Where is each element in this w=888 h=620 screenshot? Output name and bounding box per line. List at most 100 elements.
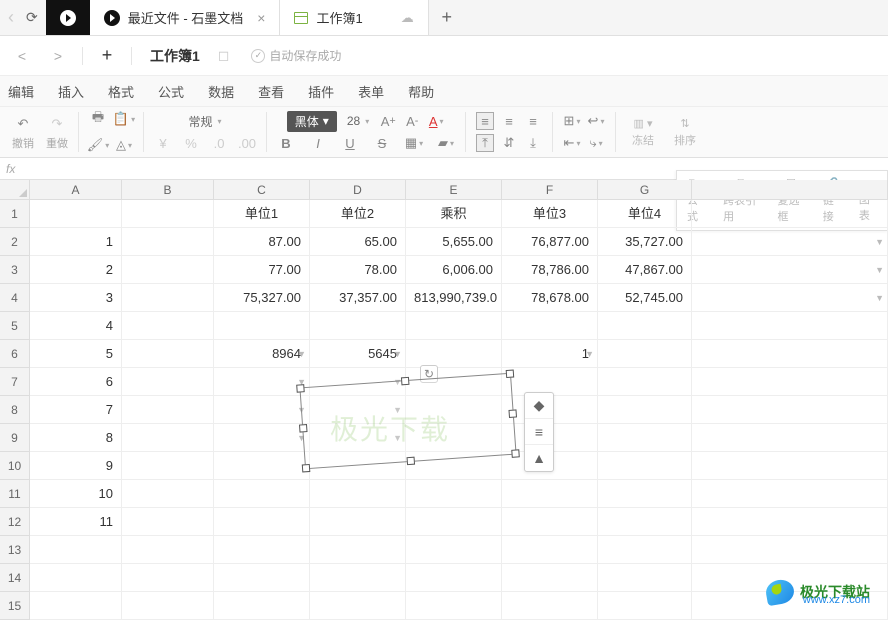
italic-icon[interactable]: I [309,134,327,152]
cell[interactable]: 65.00 [310,228,406,256]
cell[interactable] [692,536,888,564]
cell[interactable] [310,508,406,536]
dropdown-icon[interactable]: ▼ [875,284,884,312]
font-size-select[interactable]: 28 [343,112,373,130]
cell[interactable] [122,228,214,256]
menu-plugin[interactable]: 插件 [308,82,334,101]
font-name-select[interactable]: 黑体 ▾ [287,111,337,132]
fill-color-icon[interactable]: ▰ [437,134,455,152]
resize-handle[interactable] [296,384,305,393]
col-header[interactable]: G [598,180,692,200]
resize-handle[interactable] [401,377,410,386]
menu-forms[interactable]: 表单 [358,82,384,101]
row-header[interactable]: 8 [0,396,30,424]
cell[interactable]: 单位4 [598,200,692,228]
cell[interactable] [598,564,692,592]
cell[interactable] [406,536,502,564]
cell[interactable] [122,312,214,340]
cell[interactable] [122,396,214,424]
cell[interactable]: 单位3 [502,200,598,228]
cell[interactable] [122,200,214,228]
cell[interactable] [214,480,310,508]
wrap-icon[interactable]: ↩ [587,112,605,130]
cell[interactable]: 9 [30,452,122,480]
redo-icon[interactable]: ↷ [48,115,66,133]
menu-formula[interactable]: 公式 [158,82,184,101]
cell[interactable] [122,284,214,312]
cell[interactable] [692,340,888,368]
cell[interactable] [598,340,692,368]
cell[interactable] [122,340,214,368]
valign-middle-icon[interactable]: ⇵ [500,134,518,152]
resize-handle[interactable] [506,370,515,379]
align-right-icon[interactable]: ≡ [524,112,542,130]
cell[interactable] [598,312,692,340]
cell[interactable] [122,368,214,396]
cell[interactable] [214,564,310,592]
clear-icon[interactable]: ◬ [115,136,133,154]
bold-icon[interactable]: B [277,134,295,152]
browser-tab-active[interactable] [46,0,90,35]
cell[interactable] [310,592,406,620]
cell[interactable] [502,592,598,620]
resize-handle[interactable] [302,464,311,473]
cell[interactable] [692,424,888,452]
cell[interactable]: ▼ [692,256,888,284]
cell[interactable]: 35,727.00 [598,228,692,256]
resize-handle[interactable] [407,457,416,466]
menu-insert[interactable]: 插入 [58,82,84,101]
cell[interactable] [692,480,888,508]
currency-icon[interactable]: ¥ [154,134,172,152]
menu-view[interactable]: 查看 [258,82,284,101]
cell[interactable] [310,536,406,564]
cell[interactable]: 52,745.00 [598,284,692,312]
decrease-decimal-icon[interactable]: .0 [210,134,228,152]
cell[interactable]: 7 [30,396,122,424]
dropdown-icon[interactable]: ▼ [875,256,884,284]
cell[interactable] [30,564,122,592]
cell[interactable] [122,256,214,284]
cell[interactable] [598,508,692,536]
col-header[interactable] [692,180,888,200]
cell[interactable] [598,592,692,620]
row-header[interactable]: 6 [0,340,30,368]
cell[interactable] [598,396,692,424]
cell[interactable] [30,200,122,228]
cell[interactable]: 8 [30,424,122,452]
cell[interactable] [692,508,888,536]
cell[interactable]: ▼ [214,368,310,396]
row-header[interactable]: 15 [0,592,30,620]
cell[interactable]: ▼ [214,424,310,452]
cell[interactable] [30,536,122,564]
cell[interactable]: 1▼ [502,340,598,368]
decrease-font-icon[interactable]: A- [403,112,421,130]
row-header[interactable]: 7 [0,368,30,396]
valign-bottom-icon[interactable]: ⤓ [524,134,542,152]
browser-tab-docs[interactable]: 最近文件 - 石墨文档 × [90,0,281,35]
indent-icon[interactable]: ⇤ [563,134,581,152]
col-header[interactable]: E [406,180,502,200]
sort-icon[interactable]: ⇅ [680,117,689,130]
cell[interactable]: 乘积 [406,200,502,228]
resize-handle[interactable] [508,409,517,418]
cell[interactable] [598,480,692,508]
lines-tool-icon[interactable]: ≡ [525,419,553,445]
cell[interactable] [214,452,310,480]
strike-icon[interactable]: S [373,134,391,152]
cell[interactable] [122,592,214,620]
resize-handle[interactable] [299,424,308,433]
cell[interactable]: 47,867.00 [598,256,692,284]
cell[interactable]: 5645▼ [310,340,406,368]
cell[interactable] [122,452,214,480]
row-header[interactable]: 12 [0,508,30,536]
close-icon[interactable]: × [257,10,265,26]
row-header[interactable]: 1 [0,200,30,228]
cell[interactable]: 87.00 [214,228,310,256]
cell[interactable] [122,508,214,536]
cell[interactable]: 5 [30,340,122,368]
select-all-corner[interactable] [0,180,30,200]
cell[interactable]: 4 [30,312,122,340]
cell[interactable]: ▼ [692,284,888,312]
row-header[interactable]: 13 [0,536,30,564]
menu-format[interactable]: 格式 [108,82,134,101]
